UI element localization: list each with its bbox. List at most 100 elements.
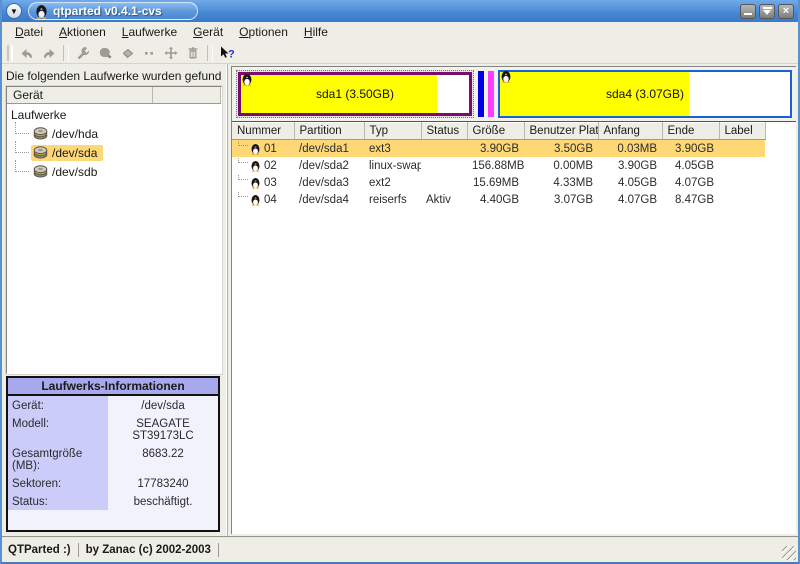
- info-label: Status:: [8, 492, 108, 510]
- menu-optionen[interactable]: Optionen: [232, 23, 295, 41]
- info-value: 8683.22: [108, 444, 218, 474]
- toolbar: ?: [2, 42, 798, 64]
- table-row-sda4[interactable]: 04 /dev/sda4 reiserfs Aktiv 4.40GB 3.07G…: [232, 191, 765, 208]
- wrench-icon: [75, 45, 91, 61]
- info-value: SEAGATE ST39173LC: [108, 414, 218, 444]
- statusbar-separator: [218, 543, 219, 557]
- move-icon: [163, 45, 179, 61]
- create-button[interactable]: [94, 43, 116, 63]
- info-label: Gerät:: [8, 396, 108, 414]
- device-tree-header: Gerät: [7, 87, 221, 104]
- column-header-groesse[interactable]: Größe: [467, 123, 524, 140]
- maximize-button[interactable]: [759, 4, 775, 19]
- column-header-partition[interactable]: Partition: [294, 123, 364, 140]
- disk-icon: [33, 127, 48, 140]
- window-menu-button[interactable]: ▼: [6, 3, 22, 19]
- table-row-sda1[interactable]: 01 /dev/sda1 ext3 3.90GB 3.50GB 0.03MB 3…: [232, 140, 765, 158]
- pane-splitter[interactable]: [222, 64, 231, 536]
- info-label: Gesamtgröße (MB):: [8, 444, 108, 474]
- sda4-label: sda4 (3.07GB): [500, 87, 790, 101]
- whats-this-button[interactable]: ?: [216, 43, 238, 63]
- disk-icon: [33, 146, 48, 159]
- properties-button[interactable]: [72, 43, 94, 63]
- column-header-geraet[interactable]: Gerät: [7, 87, 153, 103]
- partition-bar-sda1[interactable]: sda1 (3.50GB): [236, 70, 474, 118]
- drive-info-title: Laufwerks-Informationen: [8, 378, 218, 396]
- column-header-benutzer-platz[interactable]: Benutzer Platz: [524, 123, 598, 140]
- minimize-icon: [744, 13, 752, 15]
- toolbar-grip[interactable]: [7, 45, 13, 61]
- window-title: qtparted v0.4.1-cvs: [53, 4, 162, 18]
- info-label: Modell:: [8, 414, 108, 444]
- column-header-status[interactable]: Status: [421, 123, 467, 140]
- tree-root-laufwerke[interactable]: Laufwerke: [9, 106, 219, 124]
- menubar: Datei Aktionen Laufwerke Gerät Optionen …: [2, 22, 798, 42]
- device-tree: Gerät Laufwerke /dev/hda: [6, 86, 222, 374]
- toolbar-separator: [207, 45, 213, 61]
- close-button[interactable]: ×: [778, 4, 794, 19]
- tux-icon: [251, 143, 260, 155]
- svg-text:?: ?: [228, 48, 235, 60]
- column-header-empty[interactable]: [153, 87, 221, 103]
- column-header-label[interactable]: Label: [719, 123, 765, 140]
- redo-icon: [41, 45, 57, 61]
- column-header-typ[interactable]: Typ: [364, 123, 421, 140]
- erase-button[interactable]: [116, 43, 138, 63]
- column-header-anfang[interactable]: Anfang: [598, 123, 662, 140]
- found-devices-label: Die folgenden Laufwerke wurden gefunden:: [6, 66, 222, 86]
- undo-button[interactable]: [16, 43, 38, 63]
- tree-item-dev-hda[interactable]: /dev/hda: [9, 124, 219, 143]
- move-button[interactable]: [160, 43, 182, 63]
- info-value: 17783240: [108, 474, 218, 492]
- tree-item-dev-sda[interactable]: /dev/sda: [9, 143, 219, 162]
- toolbar-separator: [63, 45, 69, 61]
- device-pane: Die folgenden Laufwerke wurden gefunden:…: [2, 64, 222, 536]
- tux-icon: [251, 177, 260, 189]
- menu-geraet[interactable]: Gerät: [186, 23, 230, 41]
- menu-laufwerke[interactable]: Laufwerke: [115, 23, 184, 41]
- tree-branch: [15, 160, 29, 172]
- table-row-sda2[interactable]: 02 /dev/sda2 linux-swap 156.88MB 0.00MB …: [232, 157, 765, 174]
- delete-button[interactable]: [182, 43, 204, 63]
- undo-icon: [19, 45, 35, 61]
- maximize-icon: [763, 7, 772, 15]
- tree-item-dev-sdb[interactable]: /dev/sdb: [9, 162, 219, 181]
- drive-info-panel: Laufwerks-Informationen Gerät: /dev/sda …: [6, 376, 220, 532]
- minimize-button[interactable]: [740, 4, 756, 19]
- device-label: /dev/sda: [52, 146, 97, 160]
- info-value: beschäftigt.: [108, 492, 218, 510]
- redo-button[interactable]: [38, 43, 60, 63]
- tree-branch: [15, 122, 29, 134]
- partition-bar-sda3[interactable]: [488, 71, 494, 117]
- column-header-nummer[interactable]: Nummer: [232, 123, 294, 140]
- column-header-ende[interactable]: Ende: [662, 123, 719, 140]
- device-label: /dev/hda: [52, 127, 98, 141]
- menu-aktionen[interactable]: Aktionen: [52, 23, 113, 41]
- titlebar[interactable]: ▼ qtparted v0.4.1-cvs ×: [2, 0, 798, 22]
- resize-button[interactable]: [138, 43, 160, 63]
- tux-icon: [501, 70, 511, 83]
- info-label: Sektoren:: [8, 474, 108, 492]
- paint-icon: [97, 45, 113, 61]
- tree-branch: [238, 157, 248, 163]
- eraser-icon: [119, 45, 135, 61]
- info-row-gesamtgroesse: Gesamtgröße (MB): 8683.22: [8, 444, 218, 474]
- info-row-status: Status: beschäftigt.: [8, 492, 218, 510]
- resize-grip[interactable]: [782, 546, 796, 560]
- device-tree-body: Laufwerke /dev/hda: [7, 104, 221, 183]
- info-row-modell: Modell: SEAGATE ST39173LC: [8, 414, 218, 444]
- menu-datei[interactable]: Datei: [8, 23, 50, 41]
- title-capsule: qtparted v0.4.1-cvs: [28, 2, 198, 20]
- partition-pane: sda1 (3.50GB) sda4 (3.07GB): [231, 66, 796, 534]
- whats-this-icon: ?: [219, 45, 235, 61]
- tree-branch: [238, 191, 248, 197]
- table-row-sda3[interactable]: 03 /dev/sda3 ext2 15.69MB 4.33MB 4.05GB …: [232, 174, 765, 191]
- partition-bar-sda4[interactable]: sda4 (3.07GB): [498, 70, 792, 118]
- menu-hilfe[interactable]: Hilfe: [297, 23, 335, 41]
- partition-table: Nummer Partition Typ Status Größe Benutz…: [232, 122, 766, 208]
- tux-icon: [251, 160, 260, 172]
- statusbar-credit-label: by Zanac (c) 2002-2003: [86, 544, 211, 556]
- partition-bar-strip: sda1 (3.50GB) sda4 (3.07GB): [232, 67, 796, 122]
- partition-bar-sda2[interactable]: [478, 71, 484, 117]
- close-icon: ×: [783, 6, 789, 17]
